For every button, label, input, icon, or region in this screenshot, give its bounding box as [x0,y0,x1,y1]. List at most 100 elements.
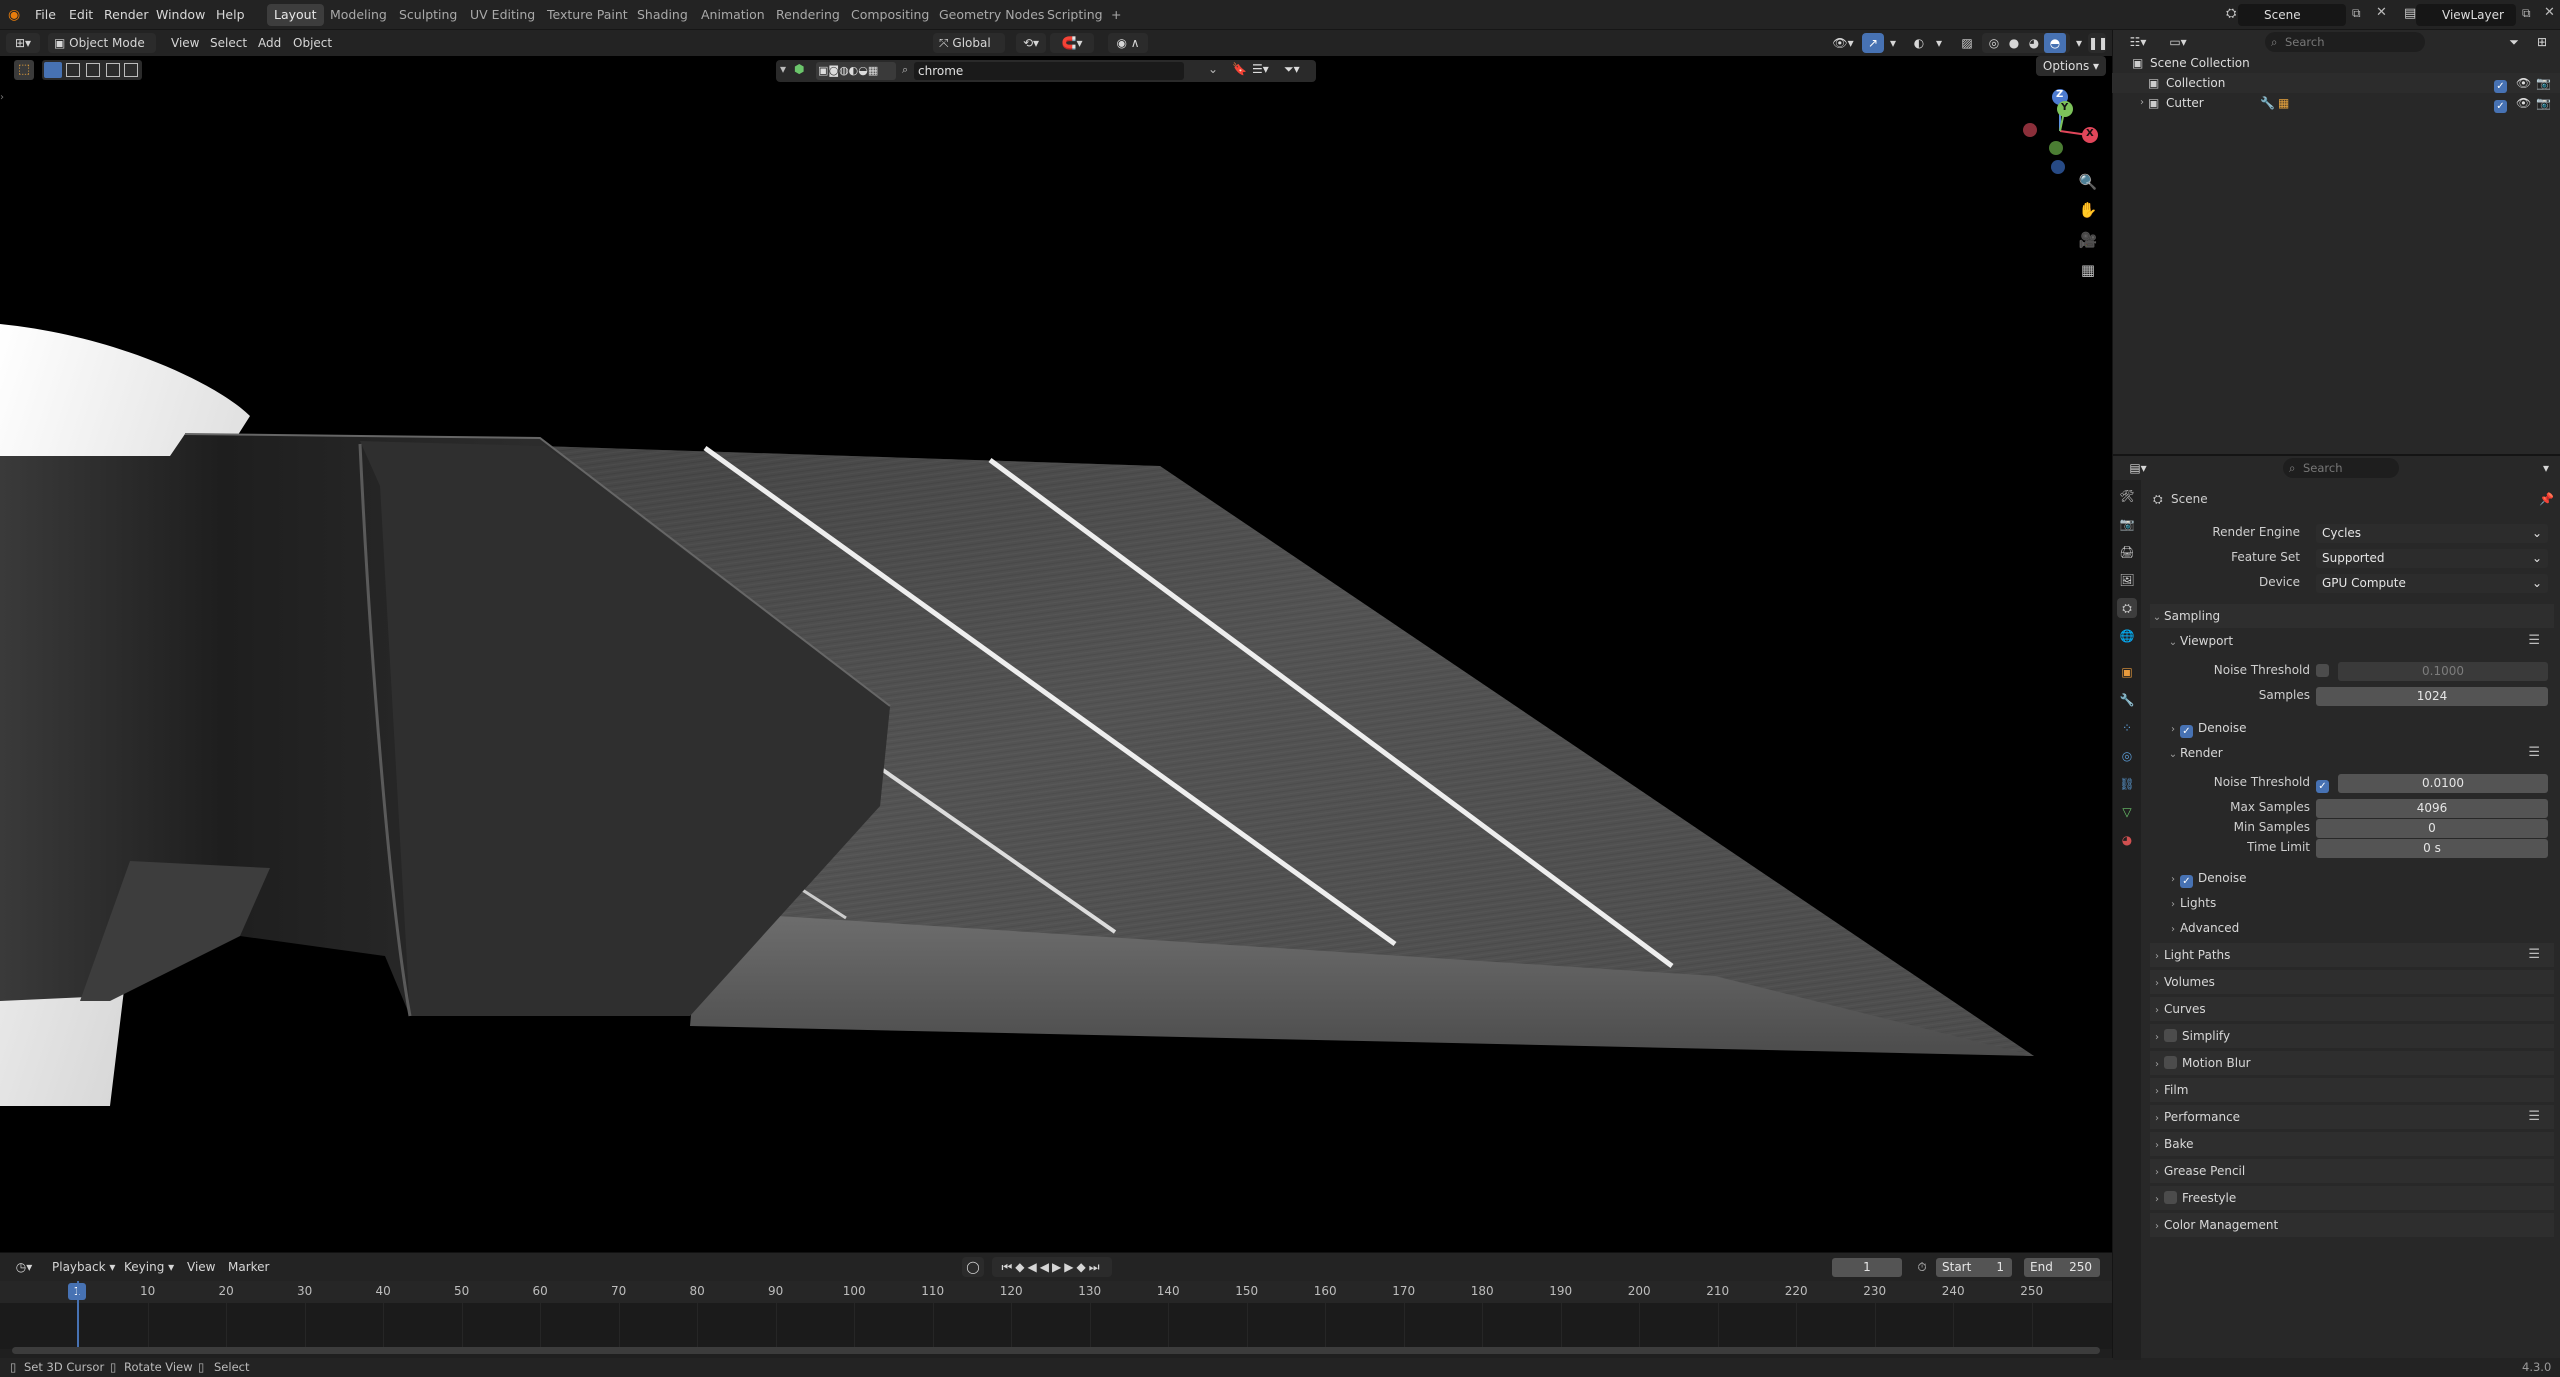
visibility-icon[interactable]: 👁▾ [1830,33,1856,53]
pin-icon[interactable]: 📌 [2539,492,2554,506]
navigation-gizmo[interactable]: Z Y X [2018,86,2098,176]
particles-tab-icon[interactable]: ⁘ [2117,718,2137,738]
camera-icon[interactable]: 📷 [2536,93,2551,113]
menu-view[interactable]: View [171,33,199,53]
next-key-icon[interactable]: ▶◆ [1064,1260,1088,1274]
tab-compositing[interactable]: Compositing [844,4,936,26]
tool-tab-icon[interactable]: 🛠 [2117,486,2137,506]
blender-logo-icon[interactable]: ◉ [8,7,24,23]
funnel-icon[interactable]: ⏷ [2501,32,2527,52]
chevron-down-icon[interactable]: ▾ [2072,33,2086,53]
panel-render-denoise[interactable]: › ✓ Denoise [2166,866,2554,890]
camera-icon[interactable]: 📷 [2536,73,2551,93]
menu-keying[interactable]: Keying ▾ [124,1257,174,1277]
feature-set-dropdown[interactable]: Supported ⌄ [2316,549,2548,568]
end-frame-field[interactable]: End 250 [2024,1258,2100,1277]
panel-light-paths[interactable]: › Light Paths ☰ [2150,943,2554,967]
physics-tab-icon[interactable]: ◎ [2117,746,2137,766]
play-icon[interactable]: ▶ [1052,1260,1064,1274]
viewlayer-selector[interactable]: ViewLayer [2416,4,2516,26]
viewport-noise-threshold-checkbox[interactable] [2316,664,2334,678]
stopwatch-icon[interactable]: ⏱ [1912,1257,1932,1277]
render-tab-icon[interactable]: 📷 [2117,514,2137,534]
tab-scripting[interactable]: Scripting [1040,4,1110,26]
constraints-tab-icon[interactable]: ⛓ [2117,774,2137,794]
toolbar-expand-icon[interactable]: › [0,92,4,103]
outliner-editor-icon[interactable]: ☷▾ [2123,32,2153,52]
menu-edit[interactable]: Edit [69,4,93,26]
scene-tab-icon[interactable]: ⛭ [2117,598,2137,618]
chevron-down-icon[interactable]: ▾ [2537,458,2555,478]
jump-start-icon[interactable]: ⏮ [1001,1260,1015,1274]
max-samples-field[interactable]: 4096 [2316,799,2548,818]
camera-view-icon[interactable]: 🎥 [2076,228,2100,252]
pan-hand-icon[interactable]: ✋ [2076,198,2100,222]
panel-advanced[interactable]: › Advanced [2166,916,2554,940]
panel-film[interactable]: › Film [2150,1078,2554,1102]
delete-scene-icon[interactable]: ✕ [2376,5,2387,20]
tab-layout[interactable]: Layout [267,4,324,26]
list-icon[interactable]: ☰ [2528,629,2540,653]
material-tab-icon[interactable]: ◕ [2117,830,2137,850]
menu-help[interactable]: Help [216,4,245,26]
start-frame-field[interactable]: Start 1 [1936,1258,2012,1277]
outliner-row-cutter[interactable]: › ▣ Cutter 🔧 ▦ ✓ 👁 📷 [2112,93,2560,113]
device-dropdown[interactable]: GPU Compute ⌄ [2316,574,2548,593]
new-collection-icon[interactable]: ⊞ [2531,32,2553,52]
render-engine-dropdown[interactable]: Cycles ⌄ [2316,524,2548,543]
menu-object[interactable]: Object [293,33,332,53]
cutter-checkbox[interactable]: ✓ [2494,93,2512,113]
keyframe-track[interactable] [0,1281,2112,1349]
overlay-icon[interactable]: ◐ [1908,33,1930,53]
editor-type-icon[interactable]: ⊞▾ [6,33,40,53]
menu-window[interactable]: Window [156,4,205,26]
chevron-down-icon[interactable]: ▾ [1932,33,1946,53]
time-limit-field[interactable]: 0 s [2316,839,2548,858]
panel-viewport-denoise[interactable]: › ✓ Denoise [2166,716,2554,740]
pivot-icon[interactable]: ⟲▾ [1016,33,1046,53]
modifiers-tab-icon[interactable]: 🔧 [2117,690,2137,710]
jump-end-icon[interactable]: ⏭ [1089,1260,1103,1274]
viewport-denoise-checkbox[interactable]: ✓ [2180,725,2193,738]
tab-shading[interactable]: Shading [630,4,695,26]
list-icon[interactable]: ☰ [2528,741,2540,765]
panel-freestyle[interactable]: › Freestyle [2150,1186,2554,1210]
menu-add[interactable]: Add [258,33,281,53]
menu-marker[interactable]: Marker [228,1257,269,1277]
collection-checkbox[interactable]: ✓ [2494,73,2512,93]
tab-geometry-nodes[interactable]: Geometry Nodes [932,4,1051,26]
menu-file[interactable]: File [35,4,56,26]
panel-lights[interactable]: › Lights [2166,891,2554,915]
object-tab-icon[interactable]: ▣ [2117,662,2137,682]
panel-volumes[interactable]: › Volumes [2150,970,2554,994]
panel-grease-pencil[interactable]: › Grease Pencil [2150,1159,2554,1183]
pause-render-icon[interactable]: ❚❚ [2088,33,2108,53]
menu-select[interactable]: Select [210,33,247,53]
tab-animation[interactable]: Animation [694,4,772,26]
current-frame-field[interactable]: 1 [1832,1258,1902,1277]
zoom-icon[interactable]: 🔍 [2076,170,2100,194]
simplify-checkbox[interactable] [2164,1029,2177,1042]
panel-sampling[interactable]: ⌄ Sampling [2150,604,2554,628]
add-workspace-button[interactable]: + [1104,4,1128,26]
perspective-grid-icon[interactable]: ▦ [2076,258,2100,282]
timeline-scrollbar[interactable] [12,1347,2100,1354]
snap-icon[interactable]: 🧲▾ [1050,33,1094,53]
gizmo-toggle-icon[interactable]: ↗ [1862,33,1884,53]
delete-viewlayer-icon[interactable]: ✕ [2544,5,2555,20]
tab-sculpting[interactable]: Sculpting [392,4,464,26]
auto-key-icon[interactable]: ◯ [962,1257,984,1277]
world-tab-icon[interactable]: 🌐 [2117,626,2137,646]
3d-viewport[interactable]: ⬚ ▾ ⬢ ▣◙◍◐◒▦ ⌕ chrome ⌄ 🔖 ☰▾ ⏷▾ Options … [0,56,2112,1252]
render-noise-threshold-checkbox[interactable]: ✓ [2316,776,2334,793]
orientation-dropdown[interactable]: ⤧ Global ▾ [933,33,1005,70]
panel-performance[interactable]: › Performance ☰ [2150,1105,2554,1129]
outliner-search-input[interactable]: ⌕ Search [2265,32,2425,52]
render-denoise-checkbox[interactable]: ✓ [2180,875,2193,888]
list-icon[interactable]: ☰ [2528,943,2540,967]
output-tab-icon[interactable]: 🖨 [2117,542,2137,562]
wireframe-shading-icon[interactable]: ◎ [1984,33,2004,53]
display-mode-icon[interactable]: ▭▾ [2163,32,2193,52]
menu-render[interactable]: Render [104,4,149,26]
mode-dropdown[interactable]: ▣ Object Mode ▾ [48,33,156,70]
